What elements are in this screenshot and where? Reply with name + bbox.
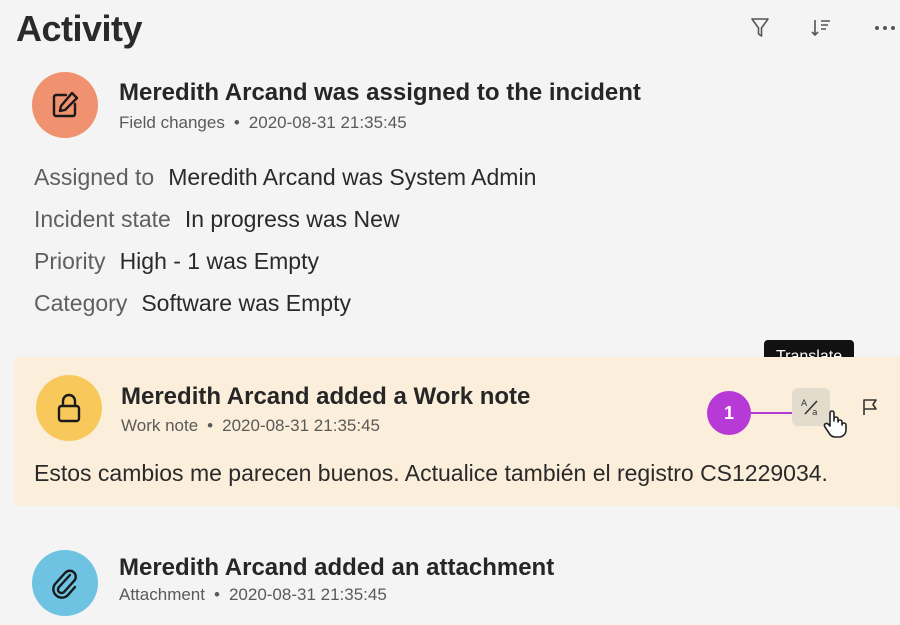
step-marker: 1 xyxy=(707,391,751,435)
svg-text:A: A xyxy=(801,399,808,409)
entry-meta: Work note • 2020-08-31 21:35:45 xyxy=(121,416,380,436)
entry-timestamp: 2020-08-31 21:35:45 xyxy=(248,113,407,132)
entry-meta: Field changes • 2020-08-31 21:35:45 xyxy=(119,113,407,133)
field-change-value: Software was Empty xyxy=(141,289,351,316)
flag-button[interactable] xyxy=(856,393,884,421)
field-change-label: Category xyxy=(34,289,128,316)
entry-avatar xyxy=(36,375,102,441)
entry-timestamp: 2020-08-31 21:35:45 xyxy=(222,416,380,435)
field-change-row: Priority High - 1 was Empty xyxy=(34,240,536,282)
filter-button[interactable] xyxy=(745,14,775,42)
entry-timestamp: 2020-08-31 21:35:45 xyxy=(228,585,387,604)
entry-type: Attachment xyxy=(119,585,205,604)
field-change-label: Incident state xyxy=(34,205,171,232)
meta-separator: • xyxy=(207,416,214,435)
sort-icon xyxy=(811,20,830,37)
activity-entry-field-changes: Meredith Arcand was assigned to the inci… xyxy=(0,68,900,338)
paperclip-icon xyxy=(52,569,77,599)
filter-icon xyxy=(751,18,769,37)
field-change-value: High - 1 was Empty xyxy=(119,247,319,274)
page-title: Activity xyxy=(16,8,143,49)
entry-title: Meredith Arcand added an attachment xyxy=(119,554,555,581)
field-change-value: Meredith Arcand was System Admin xyxy=(168,163,537,190)
field-change-label: Priority xyxy=(34,247,106,274)
edit-icon xyxy=(52,91,79,118)
entry-title: Meredith Arcand added a Work note xyxy=(121,383,531,410)
field-change-row: Assigned to Meredith Arcand was System A… xyxy=(34,156,536,198)
more-options-button[interactable] xyxy=(870,14,900,42)
svg-text:a: a xyxy=(812,408,818,417)
lock-icon xyxy=(57,393,81,423)
activity-entry-attachment: Meredith Arcand added an attachment Atta… xyxy=(0,540,900,625)
translate-icon: A a xyxy=(801,399,818,417)
field-change-label: Assigned to xyxy=(34,163,155,190)
entry-type: Work note xyxy=(121,416,199,435)
entry-avatar xyxy=(32,72,98,138)
more-icon xyxy=(875,26,895,30)
activity-panel: Activity Meredith Arcand was assigned to… xyxy=(0,0,900,625)
field-change-row: Category Software was Empty xyxy=(34,282,536,324)
activity-entry-work-note: Meredith Arcand added a Work note Work n… xyxy=(14,357,900,506)
hand-cursor-icon xyxy=(823,410,847,438)
meta-separator: • xyxy=(233,113,240,132)
sort-button[interactable] xyxy=(806,14,836,42)
entry-type: Field changes xyxy=(119,113,225,132)
flag-icon xyxy=(863,399,877,415)
meta-separator: • xyxy=(214,585,220,604)
entry-title: Meredith Arcand was assigned to the inci… xyxy=(119,79,641,106)
entry-meta: Attachment • 2020-08-31 21:35:45 xyxy=(119,585,387,605)
work-note-text: Estos cambios me parecen buenos. Actuali… xyxy=(34,460,828,486)
field-change-value: In progress was New xyxy=(184,205,400,232)
field-change-row: Incident state In progress was New xyxy=(34,198,536,240)
field-changes-list: Assigned to Meredith Arcand was System A… xyxy=(34,156,536,324)
entry-avatar xyxy=(32,550,98,616)
